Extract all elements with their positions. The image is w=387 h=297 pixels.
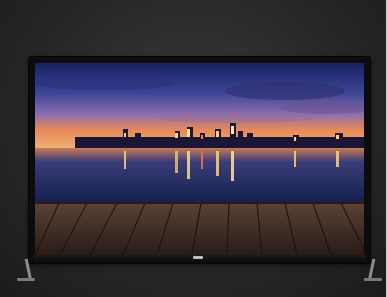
cloud (225, 82, 345, 100)
tv-screen (35, 63, 364, 255)
product-photo (0, 0, 387, 297)
screen-image (35, 63, 364, 255)
lake (35, 148, 364, 203)
stand-foot-left (17, 278, 35, 281)
cloud (35, 76, 175, 90)
stand-foot-right (364, 278, 382, 281)
brand-logo-icon (193, 256, 203, 259)
cloud (155, 113, 315, 123)
